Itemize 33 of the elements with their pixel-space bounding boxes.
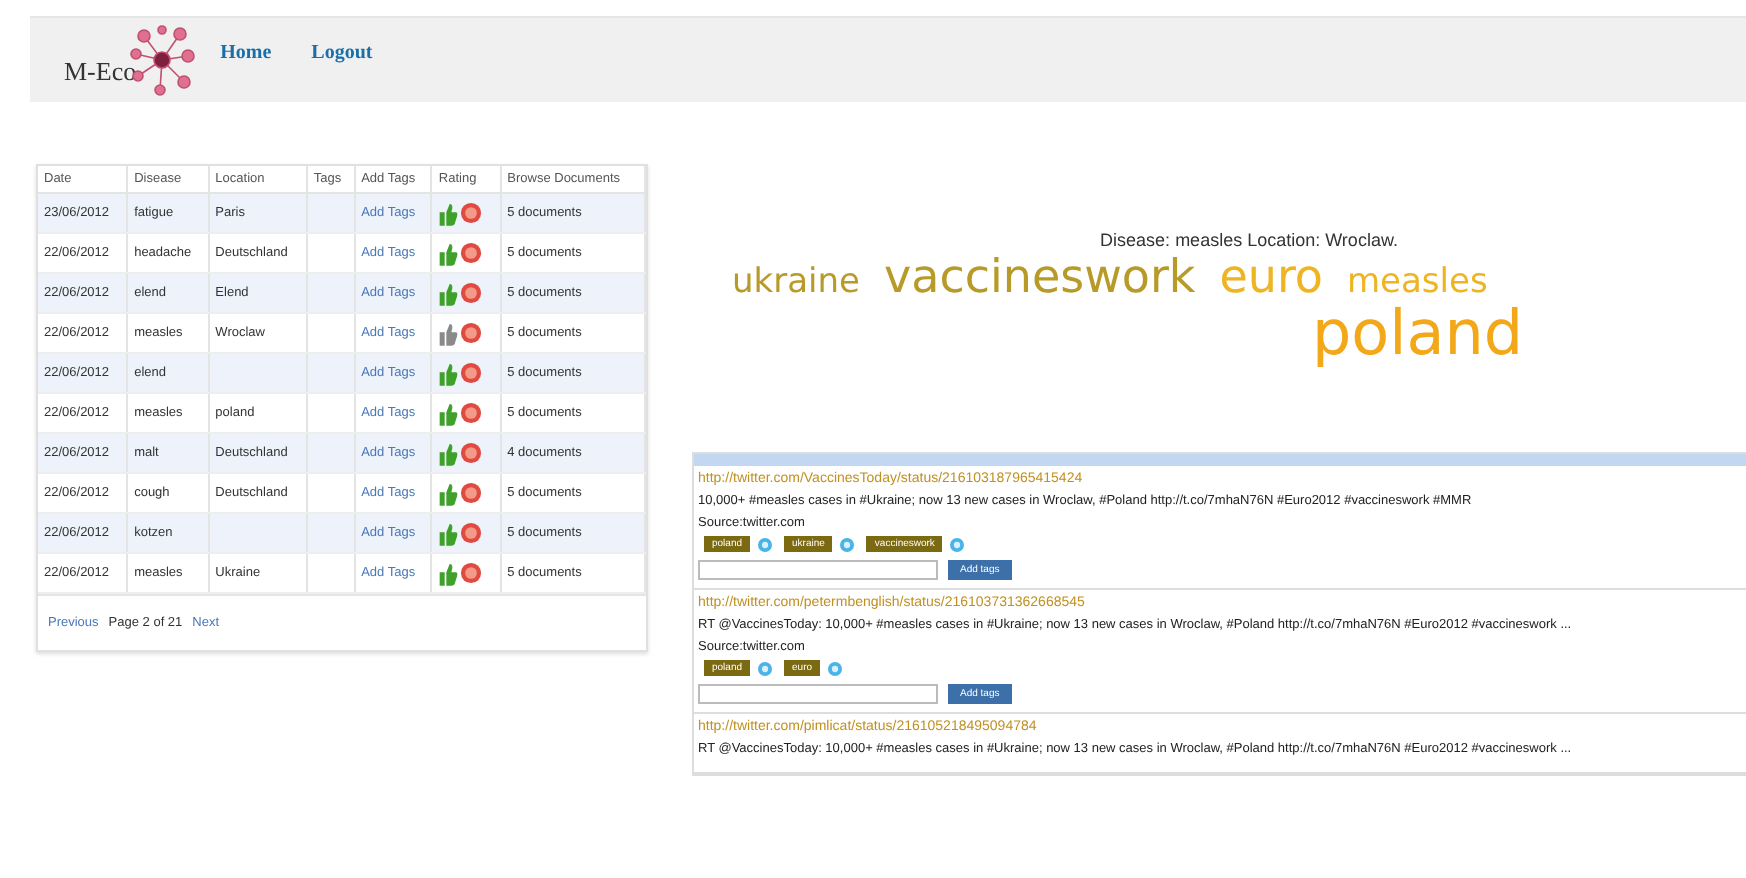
remove-tag-icon[interactable] [758,537,773,552]
circle-icon[interactable] [460,482,483,504]
circle-icon[interactable] [460,522,483,544]
thumbs-up-icon[interactable] [438,361,459,385]
circle-icon[interactable] [460,402,483,424]
tag-cloud-word[interactable]: ukraine [732,266,860,299]
nav-link[interactable]: Home [220,41,272,63]
circle-icon[interactable] [460,442,483,464]
thumbs-up-icon[interactable] [438,441,459,465]
remove-tag-icon[interactable] [840,537,855,552]
thumbs-up-icon[interactable] [438,281,459,305]
remove-tag-icon[interactable] [950,537,965,552]
circle-icon[interactable] [460,242,483,264]
remove-tag-icon[interactable] [758,661,773,676]
remove-tag-icon[interactable] [828,661,843,676]
thumbs-up-icon[interactable] [438,561,459,585]
circle-icon[interactable] [460,202,483,224]
thumbs-up-icon[interactable] [438,521,459,545]
nav-link[interactable]: Logout [311,41,373,63]
tag-input-field[interactable] [698,560,938,581]
logo-text: M-Eco [64,56,137,88]
thumbs-up-icon[interactable] [438,481,459,505]
thumbs-up-icon[interactable] [438,401,459,425]
thumbs-up-icon[interactable] [438,321,459,345]
tag-input-field[interactable] [698,684,938,705]
tag-cloud-word[interactable]: vaccineswork [883,258,1196,302]
circle-icon[interactable] [460,282,483,304]
thumbs-up-icon[interactable] [438,241,459,265]
circle-icon[interactable] [460,562,483,584]
thumbs-up-icon[interactable] [438,201,459,225]
cloud-title: Disease: measles Location: Wroclaw. [1098,230,1400,250]
circle-icon[interactable] [460,362,483,384]
circle-icon[interactable] [460,322,483,344]
